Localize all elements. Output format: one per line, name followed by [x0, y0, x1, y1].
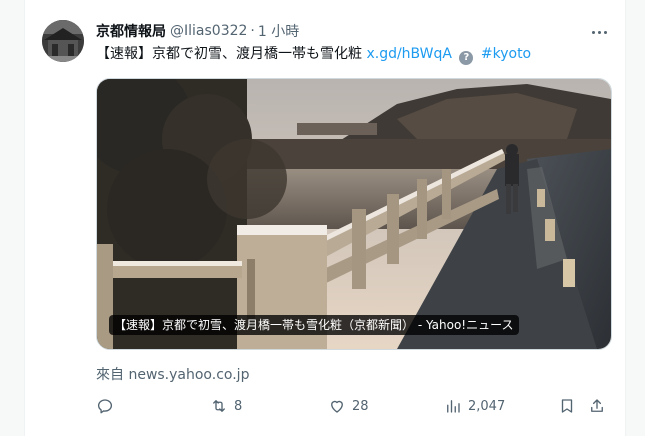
avatar[interactable]	[42, 20, 84, 62]
author-handle[interactable]: @Ilias0322	[170, 23, 247, 39]
action-bar: 8 28 2,047	[96, 395, 616, 417]
link-card-title: 【速報】京都で初雪、渡月橋一帯も雪化粧（京都新聞） - Yahoo!ニュース	[109, 315, 519, 335]
bridge-snow-photo	[97, 79, 611, 349]
tweet-body: 【速報】京都で初雪、渡月橋一帯も雪化粧	[96, 46, 362, 62]
tweet-link[interactable]: x.gd/hBWqA	[366, 46, 452, 62]
bookmark-icon	[561, 399, 573, 413]
reply-icon	[97, 399, 113, 414]
link-source[interactable]: 來自 news.yahoo.co.jp	[96, 364, 249, 384]
tweet-card[interactable]: 京都情報局 @Ilias0322 · 1 小時 【速報】京都で初雪、渡月橋一帯も…	[24, 0, 626, 436]
share-button[interactable]	[588, 395, 612, 417]
avatar-image	[42, 20, 84, 62]
like-count: 28	[352, 398, 369, 414]
separator-dot: ·	[250, 23, 255, 39]
hashtag-link[interactable]: #kyoto	[481, 46, 531, 62]
retweet-count: 8	[234, 398, 243, 414]
views-count: 2,047	[468, 398, 506, 414]
more-icon	[591, 30, 595, 34]
heart-icon	[331, 400, 343, 413]
more-options-button[interactable]	[587, 22, 611, 42]
views-chart-icon	[447, 400, 460, 413]
help-icon: ?	[459, 51, 474, 65]
tweet-text: 【速報】京都で初雪、渡月橋一帯も雪化粧 x.gd/hBWqA ? #kyoto	[96, 43, 606, 65]
source-prefix: 來自	[96, 367, 124, 383]
bookmark-button[interactable]	[558, 395, 582, 417]
tweet-time[interactable]: 1 小時	[258, 21, 299, 41]
views-button[interactable]: 2,047	[444, 395, 505, 417]
reply-button[interactable]	[96, 395, 120, 417]
source-domain[interactable]: news.yahoo.co.jp	[128, 367, 249, 383]
link-card-image[interactable]: 【速報】京都で初雪、渡月橋一帯も雪化粧（京都新聞） - Yahoo!ニュース	[96, 78, 612, 350]
share-icon	[591, 399, 603, 412]
author-name[interactable]: 京都情報局	[96, 21, 166, 41]
tweet-header: 京都情報局 @Ilias0322 · 1 小時	[96, 21, 299, 41]
retweet-icon	[213, 400, 225, 412]
like-button[interactable]: 28	[328, 395, 369, 417]
retweet-button[interactable]: 8	[210, 395, 242, 417]
